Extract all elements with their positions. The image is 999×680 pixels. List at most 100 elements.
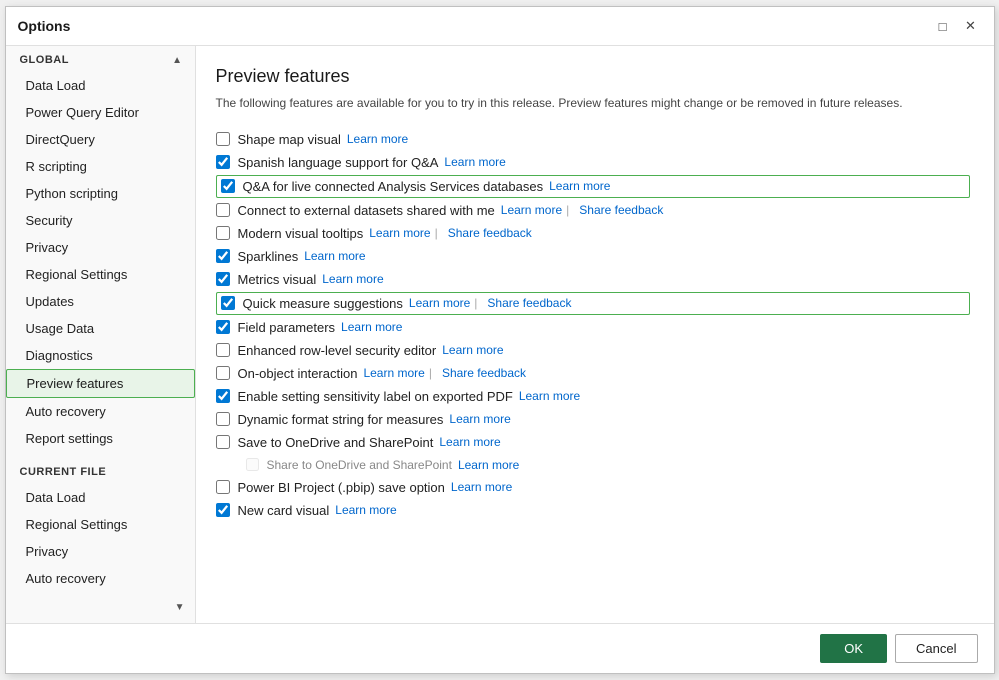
link-spanish-language-learn-more[interactable]: Learn more (444, 155, 505, 169)
feature-row-field-parameters: Field parameters Learn more (216, 316, 970, 339)
main-subtitle: The following features are available for… (216, 95, 970, 112)
separator-modern-tooltips: | (435, 226, 438, 240)
checkbox-metrics-visual[interactable] (216, 272, 230, 286)
label-shape-map: Shape map visual (238, 132, 341, 147)
feature-row-shape-map: Shape map visual Learn more (216, 128, 970, 151)
sidebar-item-python-scripting[interactable]: Python scripting (6, 180, 195, 207)
link-connect-external-share-feedback[interactable]: Share feedback (579, 203, 663, 217)
link-shape-map-learn-more[interactable]: Learn more (347, 132, 408, 146)
label-save-onedrive: Save to OneDrive and SharePoint (238, 435, 434, 450)
title-bar: Options □ ✕ (6, 7, 994, 46)
label-modern-tooltips: Modern visual tooltips (238, 226, 364, 241)
label-sensitivity-label: Enable setting sensitivity label on expo… (238, 389, 513, 404)
sidebar: GLOBAL ▲ Data Load Power Query Editor Di… (6, 46, 196, 623)
link-save-onedrive-learn-more[interactable]: Learn more (439, 435, 500, 449)
sidebar-item-security[interactable]: Security (6, 207, 195, 234)
dialog-body: GLOBAL ▲ Data Load Power Query Editor Di… (6, 46, 994, 623)
checkbox-new-card[interactable] (216, 503, 230, 517)
link-connect-external-learn-more[interactable]: Learn more (501, 203, 562, 217)
minimize-button[interactable]: □ (932, 15, 954, 37)
sidebar-item-cf-regional-settings[interactable]: Regional Settings (6, 511, 195, 538)
checkbox-share-onedrive[interactable] (246, 458, 259, 471)
link-row-level-security-learn-more[interactable]: Learn more (442, 343, 503, 357)
ok-button[interactable]: OK (820, 634, 887, 663)
feature-row-spanish-language: Spanish language support for Q&A Learn m… (216, 151, 970, 174)
checkbox-on-object[interactable] (216, 366, 230, 380)
title-bar-controls: □ ✕ (932, 15, 982, 37)
label-new-card: New card visual (238, 503, 330, 518)
checkbox-shape-map[interactable] (216, 132, 230, 146)
checkbox-qa-live[interactable] (221, 179, 235, 193)
feature-row-row-level-security: Enhanced row-level security editor Learn… (216, 339, 970, 362)
link-metrics-visual-learn-more[interactable]: Learn more (322, 272, 383, 286)
sidebar-current-file-header: CURRENT FILE (6, 458, 195, 484)
feature-row-dynamic-format: Dynamic format string for measures Learn… (216, 408, 970, 431)
sidebar-global-header: GLOBAL ▲ (6, 46, 195, 72)
sidebar-item-auto-recovery[interactable]: Auto recovery (6, 398, 195, 425)
sidebar-item-regional-settings[interactable]: Regional Settings (6, 261, 195, 288)
checkbox-dynamic-format[interactable] (216, 412, 230, 426)
checkbox-connect-external[interactable] (216, 203, 230, 217)
sidebar-item-usage-data[interactable]: Usage Data (6, 315, 195, 342)
link-new-card-learn-more[interactable]: Learn more (335, 503, 396, 517)
link-sparklines-learn-more[interactable]: Learn more (304, 249, 365, 263)
footer: OK Cancel (6, 623, 994, 673)
label-on-object: On-object interaction (238, 366, 358, 381)
checkbox-field-parameters[interactable] (216, 320, 230, 334)
feature-row-on-object: On-object interaction Learn more | Share… (216, 362, 970, 385)
feature-row-new-card: New card visual Learn more (216, 499, 970, 522)
link-quick-measure-learn-more[interactable]: Learn more (409, 296, 470, 310)
link-qa-live-learn-more[interactable]: Learn more (549, 179, 610, 193)
sidebar-item-cf-auto-recovery[interactable]: Auto recovery (6, 565, 195, 592)
sidebar-item-report-settings[interactable]: Report settings (6, 425, 195, 452)
link-modern-tooltips-learn-more[interactable]: Learn more (369, 226, 430, 240)
checkbox-quick-measure[interactable] (221, 296, 235, 310)
label-field-parameters: Field parameters (238, 320, 336, 335)
label-dynamic-format: Dynamic format string for measures (238, 412, 444, 427)
feature-row-modern-tooltips: Modern visual tooltips Learn more | Shar… (216, 222, 970, 245)
checkbox-spanish-language[interactable] (216, 155, 230, 169)
sidebar-item-cf-privacy[interactable]: Privacy (6, 538, 195, 565)
sidebar-item-cf-data-load[interactable]: Data Load (6, 484, 195, 511)
link-share-onedrive-learn-more[interactable]: Learn more (458, 458, 519, 472)
separator-quick-measure: | (474, 296, 477, 310)
global-chevron-icon: ▲ (172, 55, 182, 66)
label-connect-external: Connect to external datasets shared with… (238, 203, 495, 218)
link-sensitivity-label-learn-more[interactable]: Learn more (519, 389, 580, 403)
sidebar-item-data-load[interactable]: Data Load (6, 72, 195, 99)
sidebar-item-diagnostics[interactable]: Diagnostics (6, 342, 195, 369)
sidebar-item-r-scripting[interactable]: R scripting (6, 153, 195, 180)
link-modern-tooltips-share-feedback[interactable]: Share feedback (448, 226, 532, 240)
label-quick-measure: Quick measure suggestions (243, 296, 403, 311)
link-on-object-learn-more[interactable]: Learn more (363, 366, 424, 380)
checkbox-save-onedrive[interactable] (216, 435, 230, 449)
checkbox-sparklines[interactable] (216, 249, 230, 263)
sidebar-item-updates[interactable]: Updates (6, 288, 195, 315)
close-button[interactable]: ✕ (960, 15, 982, 37)
link-dynamic-format-learn-more[interactable]: Learn more (449, 412, 510, 426)
sidebar-item-power-query-editor[interactable]: Power Query Editor (6, 99, 195, 126)
main-title: Preview features (216, 66, 970, 87)
checkbox-modern-tooltips[interactable] (216, 226, 230, 240)
feature-row-sparklines: Sparklines Learn more (216, 245, 970, 268)
dialog-title: Options (18, 18, 71, 34)
checkbox-power-bi-project[interactable] (216, 480, 230, 494)
cancel-button[interactable]: Cancel (895, 634, 977, 663)
link-quick-measure-share-feedback[interactable]: Share feedback (487, 296, 571, 310)
feature-row-power-bi-project: Power BI Project (.pbip) save option Lea… (216, 476, 970, 499)
feature-row-qa-live: Q&A for live connected Analysis Services… (216, 175, 970, 198)
current-file-label: CURRENT FILE (20, 466, 107, 478)
checkbox-sensitivity-label[interactable] (216, 389, 230, 403)
separator-connect-external: | (566, 203, 569, 217)
label-row-level-security: Enhanced row-level security editor (238, 343, 437, 358)
checkbox-row-level-security[interactable] (216, 343, 230, 357)
sidebar-item-preview-features[interactable]: Preview features (6, 369, 195, 398)
separator-on-object: | (429, 366, 432, 380)
link-field-parameters-learn-more[interactable]: Learn more (341, 320, 402, 334)
label-qa-live: Q&A for live connected Analysis Services… (243, 179, 544, 194)
link-power-bi-project-learn-more[interactable]: Learn more (451, 480, 512, 494)
sidebar-item-privacy[interactable]: Privacy (6, 234, 195, 261)
feature-row-quick-measure: Quick measure suggestions Learn more | S… (216, 292, 970, 315)
link-on-object-share-feedback[interactable]: Share feedback (442, 366, 526, 380)
sidebar-item-directquery[interactable]: DirectQuery (6, 126, 195, 153)
